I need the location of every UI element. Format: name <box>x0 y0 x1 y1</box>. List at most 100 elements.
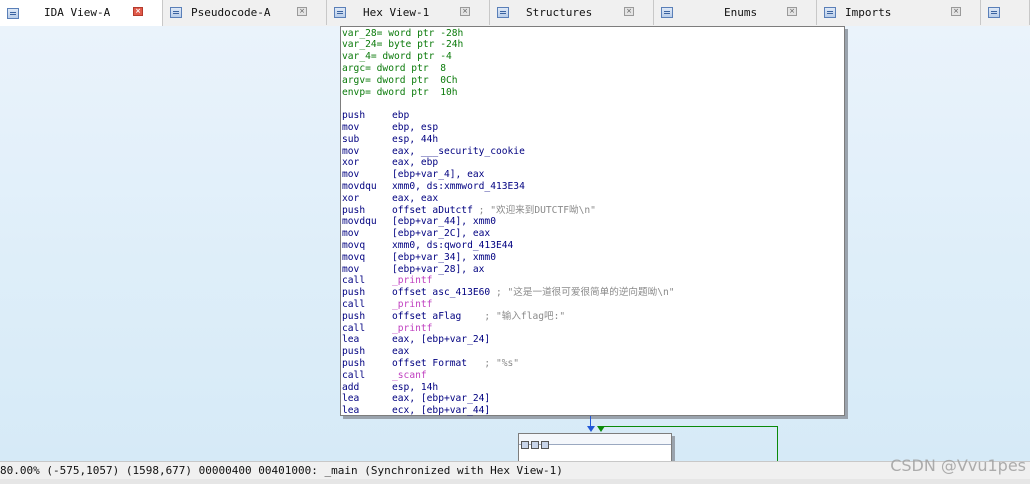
code-line[interactable]: movdqu xmm0, ds:xmmword_413E34 <box>342 181 525 193</box>
code-line[interactable]: var_4= dword ptr -4 <box>342 51 452 63</box>
operand[interactable]: eax, ___security_cookie <box>392 146 525 157</box>
function-ref[interactable]: _printf <box>392 299 432 310</box>
graph-icon[interactable] <box>531 441 539 449</box>
close-icon[interactable]: × <box>624 7 634 16</box>
function-ref[interactable]: _printf <box>392 275 432 286</box>
operand[interactable]: offset asc_413E60 <box>392 287 490 298</box>
stack-var-line: var_28= word ptr -28h <box>342 27 464 39</box>
close-icon[interactable]: × <box>133 7 143 16</box>
stack-var-line: argc= dword ptr 8 <box>342 62 446 74</box>
code-line[interactable]: var_24= byte ptr -24h <box>342 39 463 51</box>
tab-enums[interactable]: Enums × <box>654 0 817 25</box>
mnemonic: push <box>342 310 366 322</box>
tab-pseudocode-a[interactable]: Pseudocode-A × <box>163 0 327 25</box>
code-line[interactable]: argv= dword ptr 0Ch <box>342 75 458 87</box>
view-icon <box>7 8 19 19</box>
graph-view[interactable]: var_28= word ptr -28h var_24= byte ptr -2… <box>0 26 1030 462</box>
code-line[interactable]: var_28= word ptr -28h <box>342 28 463 40</box>
code-line[interactable]: xor eax, ebp <box>342 157 438 169</box>
code-line[interactable]: mov [ebp+var_28], ax <box>342 264 484 276</box>
code-line[interactable]: call _printf <box>342 275 432 287</box>
operand[interactable]: eax, [ebp+var_24] <box>392 393 490 404</box>
tab-label: Hex View-1 <box>363 6 430 19</box>
operand[interactable]: offset aDutctf <box>392 205 473 216</box>
tab-structures[interactable]: Structures × <box>490 0 654 25</box>
code-line[interactable]: call _scanf <box>342 370 427 382</box>
tab-overflow[interactable] <box>981 0 1030 25</box>
operand[interactable]: esp, 14h <box>392 382 438 393</box>
close-icon[interactable]: × <box>460 7 470 16</box>
code-line[interactable]: lea eax, [ebp+var_24] <box>342 334 490 346</box>
code-line[interactable]: sub esp, 44h <box>342 134 438 146</box>
mnemonic: push <box>342 357 366 369</box>
edge-line <box>777 426 778 462</box>
mnemonic: movq <box>342 251 366 263</box>
code-line[interactable]: mov eax, ___security_cookie <box>342 146 525 158</box>
mnemonic: xor <box>342 157 360 169</box>
code-line[interactable]: push offset aFlag ; "输入flag吧:" <box>342 311 565 323</box>
code-line[interactable]: argc= dword ptr 8 <box>342 63 446 75</box>
code-line[interactable]: call _printf <box>342 299 432 311</box>
code-line[interactable]: push offset aDutctf ; "欢迎来到DUTCTF呦\n" <box>342 205 596 217</box>
tab-imports[interactable]: Imports × <box>817 0 981 25</box>
code-line[interactable]: push offset Format ; "%s" <box>342 358 519 370</box>
code-line[interactable]: add esp, 14h <box>342 382 438 394</box>
code-line[interactable]: movq [ebp+var_34], xmm0 <box>342 252 496 264</box>
code-line[interactable]: xor eax, eax <box>342 193 438 205</box>
code-line[interactable]: lea ecx, [ebp+var_44] <box>342 405 490 417</box>
close-icon[interactable]: × <box>297 7 307 16</box>
operand[interactable]: offset aFlag <box>392 311 479 322</box>
operand[interactable]: xmm0, ds:xmmword_413E34 <box>392 181 525 192</box>
operand[interactable]: [ebp+var_4], eax <box>392 169 484 180</box>
code-line[interactable]: mov [ebp+var_2C], eax <box>342 228 490 240</box>
group-icon[interactable] <box>541 441 549 449</box>
code-line[interactable]: movq xmm0, ds:qword_413E44 <box>342 240 513 252</box>
tab-label: Imports <box>845 6 892 19</box>
stack-var-line: var_4= dword ptr -4 <box>342 51 452 63</box>
view-icon <box>334 7 346 18</box>
operand[interactable]: ecx, [ebp+var_44] <box>392 405 490 416</box>
operand[interactable]: ebp <box>392 110 409 121</box>
mnemonic: lea <box>342 393 360 405</box>
operand[interactable]: ebp, esp <box>392 122 438 133</box>
function-ref[interactable]: _printf <box>392 323 432 334</box>
operand[interactable]: [ebp+var_44], xmm0 <box>392 216 496 227</box>
operand[interactable]: [ebp+var_28], ax <box>392 264 484 275</box>
close-icon[interactable]: × <box>787 7 797 16</box>
code-line[interactable]: mov ebp, esp <box>342 122 438 134</box>
code-block-node[interactable]: var_28= word ptr -28h var_24= byte ptr -2… <box>340 26 845 416</box>
code-line[interactable]: call _printf <box>342 323 432 335</box>
operand[interactable]: eax <box>392 346 409 357</box>
operand[interactable]: xmm0, ds:qword_413E44 <box>392 240 513 251</box>
code-line[interactable]: push eax <box>342 346 409 358</box>
tab-hex-view-1[interactable]: Hex View-1 × <box>327 0 490 25</box>
code-line[interactable]: push ebp <box>342 110 409 122</box>
operand[interactable]: offset Format <box>392 358 479 369</box>
close-icon[interactable]: × <box>951 7 961 16</box>
function-ref[interactable]: _scanf <box>392 370 427 381</box>
view-icon <box>170 7 182 18</box>
operand[interactable]: [ebp+var_2C], eax <box>392 228 490 239</box>
mnemonic: lea <box>342 334 360 346</box>
view-icon <box>497 7 509 18</box>
operand[interactable]: eax, ebp <box>392 157 438 168</box>
code-line[interactable]: mov [ebp+var_4], eax <box>342 169 484 181</box>
node-header <box>519 434 671 449</box>
tab-ida-view-a[interactable]: IDA View-A × <box>0 0 163 27</box>
operand[interactable]: [ebp+var_34], xmm0 <box>392 252 496 263</box>
code-line[interactable]: movdqu [ebp+var_44], xmm0 <box>342 216 496 228</box>
operand[interactable]: eax, eax <box>392 193 438 204</box>
code-line[interactable]: envp= dword ptr 10h <box>342 87 458 99</box>
mnemonic: movdqu <box>342 180 377 192</box>
code-line[interactable]: lea eax, [ebp+var_24] <box>342 393 490 405</box>
code-line[interactable]: push offset asc_413E60 ; "这是一道很可爱很简单的逆向题呦… <box>342 287 675 299</box>
mnemonic: sub <box>342 133 360 145</box>
color-icon[interactable] <box>521 441 529 449</box>
stack-var-line: envp= dword ptr 10h <box>342 86 458 98</box>
mnemonic: call <box>342 322 366 334</box>
operand[interactable]: esp, 44h <box>392 134 438 145</box>
operand[interactable]: eax, [ebp+var_24] <box>392 334 490 345</box>
code-block-node-2[interactable]: loc_401060 <box>518 433 672 462</box>
mnemonic: mov <box>342 169 360 181</box>
mnemonic: push <box>342 110 366 122</box>
